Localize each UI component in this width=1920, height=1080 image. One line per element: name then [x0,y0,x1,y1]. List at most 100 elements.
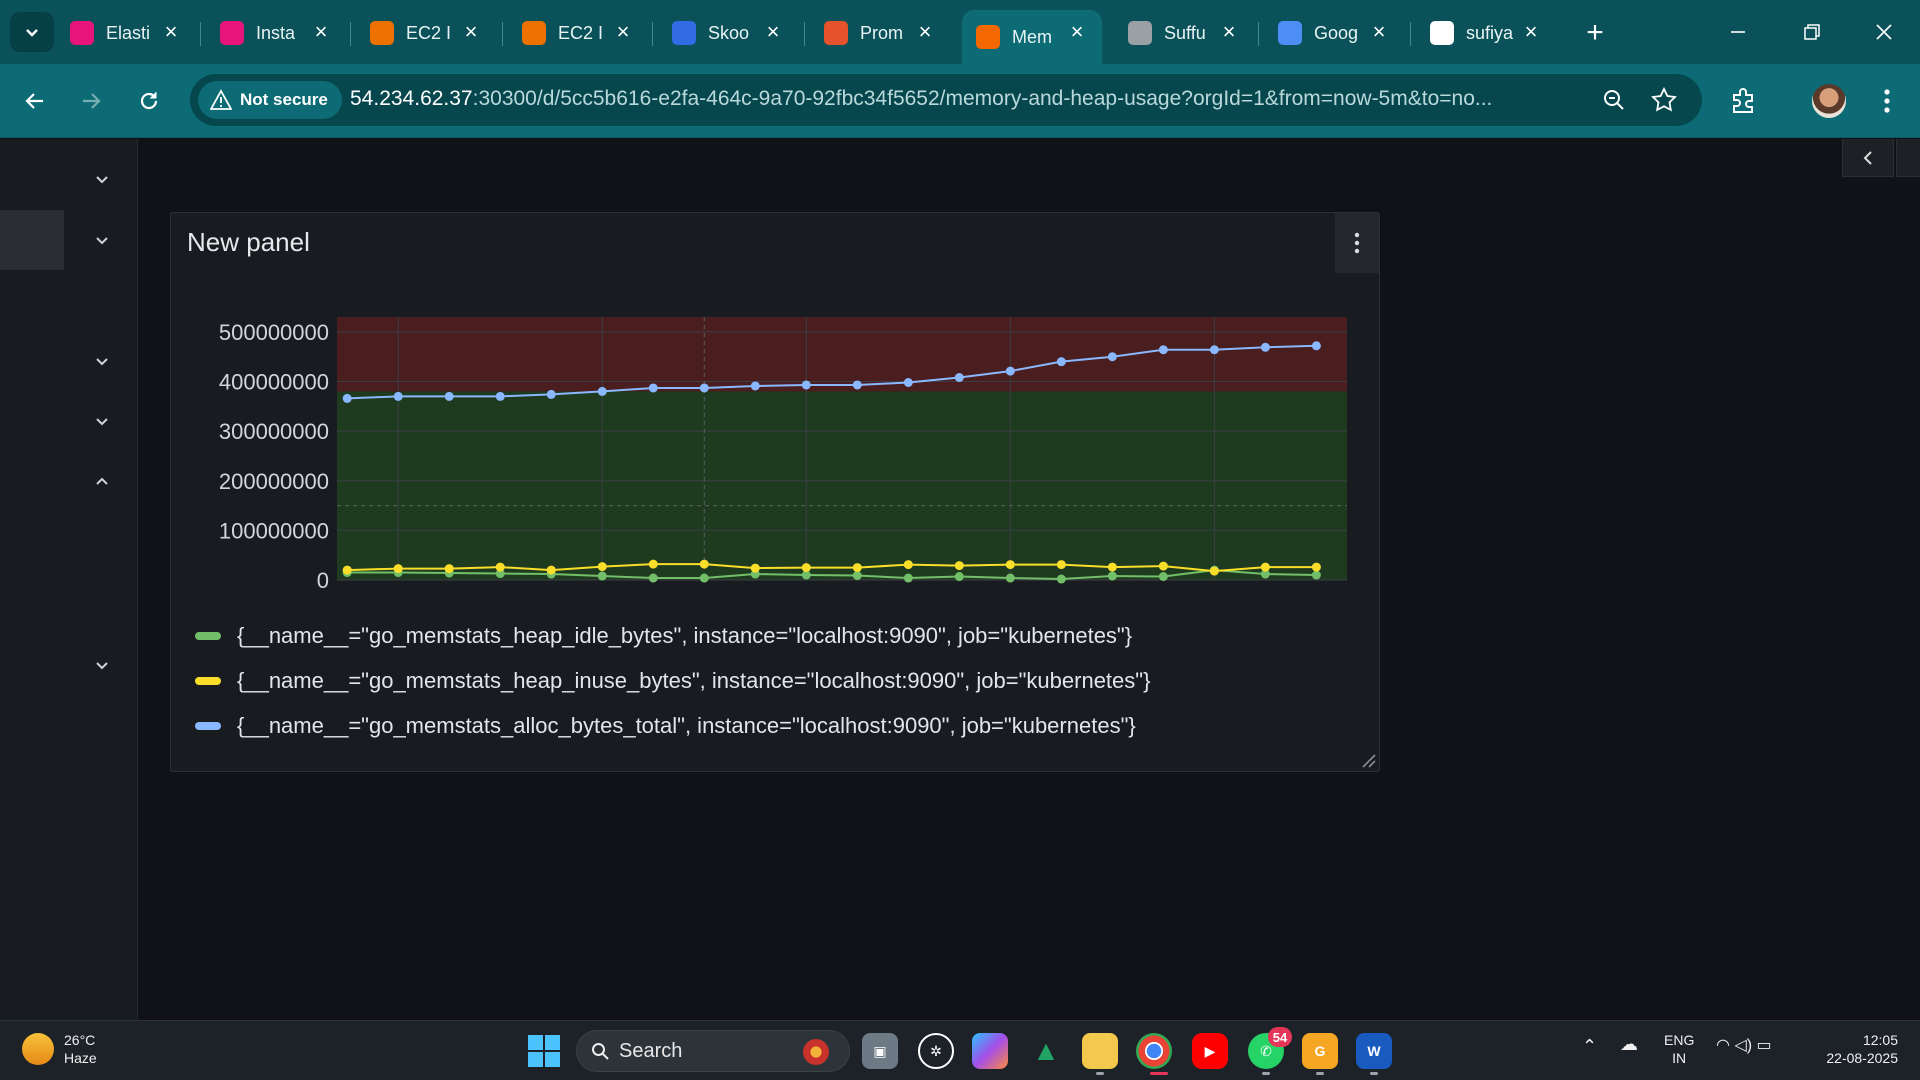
chatgpt-icon[interactable]: ✲ [918,1033,954,1069]
data-point [444,564,454,574]
y-tick-label: 400000000 [219,370,329,395]
x-tick-label: 12:04:00 [968,590,1054,593]
close-tab-icon[interactable]: × [762,19,784,44]
collapse-pane-button[interactable] [1842,139,1894,177]
chrome-icon[interactable] [1136,1033,1172,1069]
wifi-volume-battery-icons[interactable]: ◠ ◁) ▭ [1716,1037,1772,1055]
browser-tab[interactable]: EC2 I × [356,10,496,56]
chevron-down-icon[interactable] [92,169,112,189]
close-tab-icon[interactable]: × [1368,19,1390,44]
data-point [1005,560,1015,570]
reload-button[interactable] [130,82,168,120]
time-series-chart[interactable]: 500000000 400000000 300000000 200000000 1000… [171,293,1379,593]
legend-swatch [195,631,221,640]
close-tab-icon[interactable]: × [612,19,634,44]
google-drive-icon[interactable]: ▲ [1028,1033,1064,1069]
minimize-button[interactable] [1720,14,1756,50]
legend-item-heap-inuse[interactable]: {__name__="go_memstats_heap_inuse_bytes"… [195,658,1150,703]
url-text[interactable]: 54.234.62.37:30300/d/5cc5b616-e2fa-464c-… [350,87,1570,111]
close-tab-icon[interactable]: × [160,19,182,44]
file-explorer-icon[interactable] [1082,1033,1118,1069]
browser-tab[interactable]: Suffu × [1114,10,1254,56]
close-tab-icon[interactable]: × [914,19,936,44]
whatsapp-icon[interactable]: ✆ 54 [1248,1027,1292,1069]
language-indicator[interactable]: ENG IN [1664,1031,1694,1067]
data-point [1107,562,1117,572]
browser-tab[interactable]: Mem × [962,10,1102,64]
close-tab-icon[interactable]: × [460,19,482,44]
bookmark-button[interactable] [1650,86,1678,114]
restore-icon [1804,24,1820,40]
chevron-down-icon[interactable] [92,411,112,431]
copilot-icon[interactable] [972,1033,1008,1069]
extensions-button[interactable] [1724,82,1762,120]
close-tab-icon[interactable]: × [310,19,332,44]
data-point [1005,366,1015,376]
sun-haze-icon [22,1033,54,1065]
nav-selected-item[interactable] [0,210,64,270]
legend-label: {__name__="go_memstats_heap_idle_bytes",… [237,622,1133,648]
minimize-icon [1731,31,1745,33]
data-point [648,383,658,393]
data-point [852,380,862,390]
legend-item-heap-idle[interactable]: {__name__="go_memstats_heap_idle_bytes",… [195,613,1150,658]
aws-icon [220,21,244,45]
zoom-button[interactable] [1600,86,1628,114]
aws-ec2-icon [370,21,394,45]
start-button[interactable] [528,1035,560,1067]
data-point [342,393,352,403]
search-highlight-icon [803,1039,829,1065]
show-hidden-icons-chevron[interactable]: ⌃ [1582,1037,1597,1055]
browser-tab[interactable]: Insta × [206,10,346,56]
clock[interactable]: 12:05 22-08-2025 [1818,1031,1898,1067]
chevron-down-icon[interactable] [92,655,112,675]
forward-button[interactable] [72,82,110,120]
security-chip[interactable]: Not secure [198,81,342,119]
chart-legend: {__name__="go_memstats_heap_idle_bytes",… [195,613,1150,748]
close-tab-icon[interactable]: × [1066,19,1088,44]
browser-tab[interactable]: Elasti × [56,10,196,56]
x-tick-label: 12:05:00 [1172,590,1258,593]
taskbar-search[interactable]: Search [576,1030,850,1072]
data-point [750,381,760,391]
back-button[interactable] [16,82,54,120]
chevron-down-icon [26,29,38,37]
chevron-down-icon[interactable] [92,351,112,371]
word-icon[interactable]: W [1356,1033,1392,1069]
task-view-icon[interactable]: ▣ [862,1033,898,1069]
restore-button[interactable] [1794,14,1830,50]
grafana-page: New panel 500000000 400000000 300000000 200… [0,139,1920,1020]
new-tab-button[interactable]: + [1578,16,1612,50]
close-tab-icon[interactable]: × [1218,19,1240,44]
browser-tab[interactable]: Skoo × [658,10,798,56]
close-tab-icon[interactable]: × [1520,19,1542,44]
onedrive-offline-icon[interactable]: ☁ [1620,1035,1638,1053]
data-point [954,373,964,383]
data-point [801,380,811,390]
side-pane-tab[interactable] [1896,139,1920,177]
browser-tab[interactable]: Goog × [1264,10,1404,56]
chevron-up-icon[interactable] [92,472,112,492]
browser-tab-bar: Elasti × Insta × EC2 I × EC2 I × Skoo × Prom × Mem × S… [0,0,1920,64]
y-tick-label: 200000000 [219,469,329,494]
browser-tab[interactable]: Prom × [810,10,950,56]
browser-tab[interactable]: sufiya × [1416,10,1556,56]
data-point [1005,573,1015,583]
weather-widget[interactable]: 26°C Haze [22,1031,97,1067]
close-window-button[interactable] [1866,14,1902,50]
legend-item-alloc-total[interactable]: {__name__="go_memstats_alloc_bytes_total… [195,703,1150,748]
profile-avatar[interactable] [1812,84,1846,118]
pdf-reader-icon[interactable]: G [1302,1033,1338,1069]
resize-handle-icon[interactable] [1357,749,1377,769]
panel-menu-button[interactable] [1335,213,1379,273]
youtube-icon[interactable]: ▶ [1192,1033,1228,1069]
x-tick-label: 12:02:00 [559,590,645,593]
address-bar[interactable]: Not secure 54.234.62.37:30300/d/5cc5b616… [190,74,1702,126]
browser-menu-button[interactable] [1868,82,1906,120]
tab-search-button[interactable] [10,12,54,52]
tab-title: EC2 I [558,22,604,43]
browser-tab[interactable]: EC2 I × [508,10,648,56]
legend-swatch [195,676,221,685]
data-point [1158,561,1168,571]
chevron-down-icon[interactable] [92,230,112,250]
